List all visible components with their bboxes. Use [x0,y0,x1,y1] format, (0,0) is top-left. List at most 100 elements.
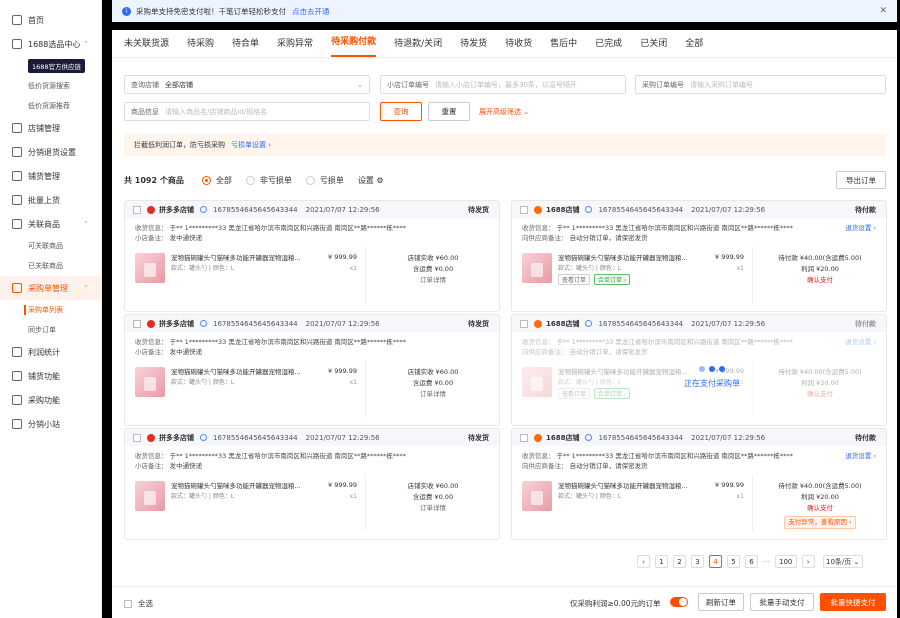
order-checkbox[interactable] [520,319,528,328]
sidebar-item[interactable]: 1688选品中心 ⌃ [0,32,101,56]
total-count: 共 1092 个商品 [124,176,184,185]
sidebar-subitem[interactable]: 采购单列表 [0,300,101,320]
order-status: 待付款 [855,319,876,328]
sidebar-item[interactable]: 批量上货 [0,188,101,212]
shipping-info: 收货信息： 于** 1*********33 黑龙江省哈尔滨市南岗区和兴路街道 … [125,446,499,471]
tab[interactable]: 待收货 [505,36,532,57]
sidebar-subitem[interactable]: 1688官方供应链 [0,56,101,76]
sidebar-item[interactable]: 铺货功能 [0,364,101,388]
order-time: 2021/07/07 12:29:56 [691,319,766,328]
page-button[interactable]: 3 [691,555,704,568]
tab[interactable]: 待发货 [460,36,487,57]
expand-filters-link[interactable]: 展开高级筛选 ⌄ [479,107,529,117]
page-button[interactable]: 100 [774,555,797,568]
tab[interactable]: 待采购 [187,36,214,57]
page-size-select[interactable]: 10条/页 ⌄ [822,555,863,568]
order-tag[interactable]: 查看订单 [558,274,591,285]
order-detail-link[interactable]: 订单详情 [369,503,497,514]
clock-icon [585,320,593,327]
batch-manual-pay-button[interactable]: 批量手动支付 [750,593,814,611]
order-card: 1688店铺 1678554645645643344 2021/07/07 12:2… [511,428,887,540]
sidebar-item[interactable]: 店铺管理 [0,116,101,140]
page-button[interactable]: 6 [745,555,758,568]
return-settings-link[interactable]: 退货设置 › [845,222,876,232]
sidebar-item-label: 关联商品 [28,219,60,229]
sidebar-subitem[interactable]: 低价货源搜索 [0,76,101,96]
batch-quick-pay-button[interactable]: 批量快捷支付 [820,593,886,611]
menu-icon [12,15,22,25]
sidebar-item[interactable]: 采购功能 [0,388,101,412]
tab[interactable]: 待退款/关闭 [394,36,442,57]
sidebar-item[interactable]: 铺货管理 [0,164,101,188]
product-title[interactable]: 宠物猫碗罐头勺猫咪多功能开罐器宠物湿粮... [171,253,311,263]
order-card-header: 1688店铺 1678554645645643344 2021/07/07 12:2… [512,201,886,218]
banner-link[interactable]: 点击去开通 [292,6,330,17]
sidebar-subitem[interactable]: 已关联商品 [0,256,101,276]
confirm-pay-link[interactable]: 确认支付 [756,503,884,514]
reset-button[interactable]: 重置 [428,102,470,121]
product-title[interactable]: 宠物猫碗罐头勺猫咪多功能开罐器宠物湿粮... [558,481,698,491]
next-page-button[interactable]: › [801,555,815,568]
settings-label: 设置 [357,176,374,185]
purchase-order-input[interactable]: 采购订单编号 请输入采购订单编号 [635,75,886,94]
close-icon[interactable]: ✕ [879,6,887,16]
tab[interactable]: 已关闭 [640,36,667,57]
tab[interactable]: 售后中 [550,36,577,57]
remark-text: 发中通快递 [169,234,203,242]
product-title[interactable]: 宠物猫碗罐头勺猫咪多功能开罐器宠物湿粮... [171,367,311,377]
tab[interactable]: 待合单 [232,36,259,57]
sidebar-item[interactable]: 关联商品 ⌃ [0,212,101,236]
sidebar-item[interactable]: 利润统计 [0,340,101,364]
store-order-input[interactable]: 小店订单编号 请输入小店订单编号，最多30条，以逗号隔开 [380,75,626,94]
sidebar-subitem[interactable]: 低价货源推荐 [0,96,101,116]
order-tag[interactable]: 合单订单 › [594,274,631,285]
select-all-checkbox[interactable]: 全选 [124,598,153,609]
shipping-info: 收货信息： 于** 1*********33 黑龙江省哈尔滨市南岗区和兴路街道 … [125,218,499,243]
refresh-orders-button[interactable]: 刷新订单 [698,593,744,611]
export-orders-button[interactable]: 导出订单 [836,171,886,189]
order-checkbox[interactable] [133,205,141,214]
tab[interactable]: 已完成 [595,36,622,57]
return-settings-link[interactable]: 退货设置 › [845,450,876,460]
sidebar: 首页 1688选品中心 ⌃ 1688官方供应链 低价货源搜索 低价货源推荐 店铺管理 分销退货… [0,0,102,618]
checkbox-icon [124,599,132,608]
payment-error-link[interactable]: 支付异常，查看原因 › [784,516,856,529]
order-checkbox[interactable] [520,205,528,214]
radio-all[interactable]: 全部 [201,175,232,186]
search-button[interactable]: 查询 [380,102,422,121]
page-button[interactable]: 4 [709,555,722,568]
remark-text: 自动分销订单，请保密发货 [569,462,648,470]
sidebar-item[interactable]: 采购单管理 ⌃ [0,276,101,300]
sidebar-subitem[interactable]: 同步订单 [0,320,101,340]
sidebar-item[interactable]: 分销小站 [0,412,101,436]
page-button[interactable]: 5 [727,555,740,568]
radio-loss[interactable]: 亏损单 [305,175,344,186]
page-button[interactable]: 2 [673,555,686,568]
profit-filter-toggle[interactable] [670,597,688,607]
radio-no-loss-label: 非亏损单 [259,176,292,185]
tab[interactable]: 未关联货源 [124,36,169,57]
product-title[interactable]: 宠物猫碗罐头勺猫咪多功能开罐器宠物湿粮... [171,481,311,491]
loss-settings-link[interactable]: 亏损单设置 › [231,140,271,150]
product-title[interactable]: 宠物猫碗罐头勺猫咪多功能开罐器宠物湿粮... [558,253,698,263]
sidebar-item[interactable]: 首页 [0,8,101,32]
prev-page-button[interactable]: ‹ [637,555,650,568]
radio-no-loss[interactable]: 非亏损单 [245,175,292,186]
order-checkbox[interactable] [133,319,141,328]
shop-select[interactable]: 查询店铺 全部店铺 ⌄ [124,75,370,94]
sidebar-subitem[interactable]: 可关联商品 [0,236,101,256]
confirm-pay-link[interactable]: 确认支付 [756,275,884,286]
order-checkbox[interactable] [133,433,141,442]
settings-link[interactable]: 设置 ⚙ [358,175,384,186]
product-info-input[interactable]: 商品信息 请输入商品名/店铺商品id/规格名 [124,102,370,121]
order-detail-link[interactable]: 订单详情 [369,389,497,400]
clock-icon [585,206,593,213]
tab[interactable]: 采购异常 [277,36,313,57]
order-checkbox[interactable] [520,433,528,442]
clock-icon [200,206,207,213]
order-detail-link[interactable]: 订单详情 [369,275,497,286]
tab[interactable]: 全部 [685,36,703,57]
tab[interactable]: 待采购付款 [331,34,377,57]
page-button[interactable]: 1 [655,555,668,568]
sidebar-item[interactable]: 分销退货设置 [0,140,101,164]
